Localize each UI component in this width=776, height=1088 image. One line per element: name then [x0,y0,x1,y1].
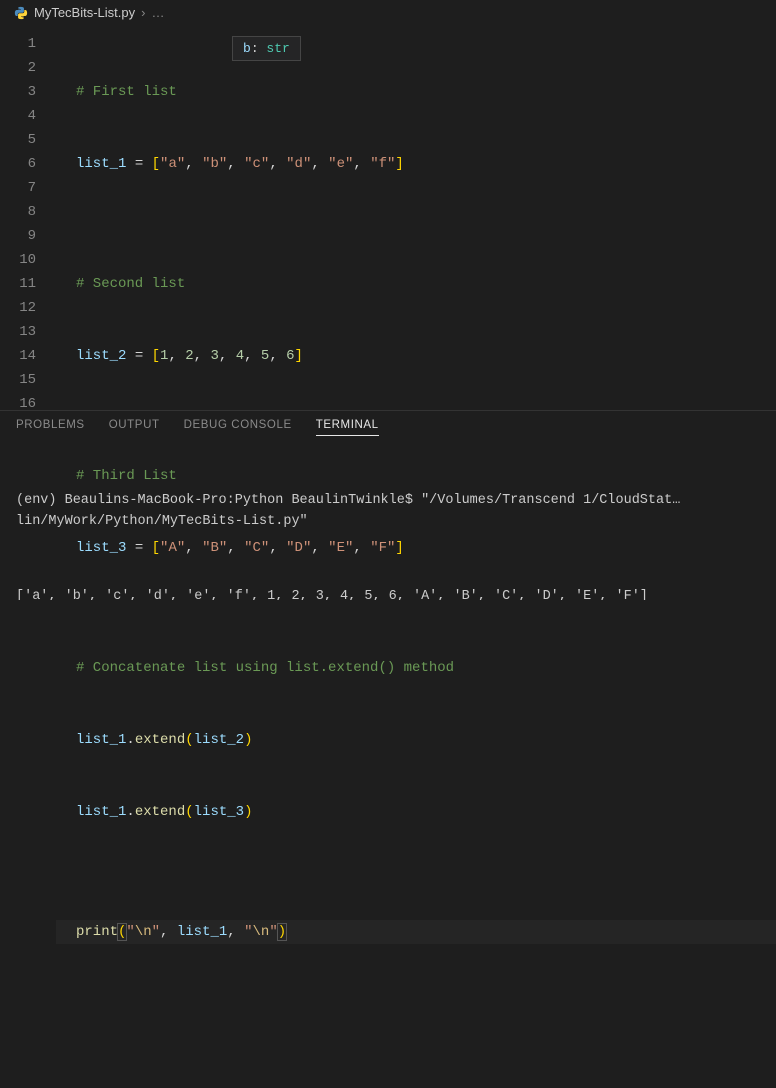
line-number: 5 [0,128,56,152]
code-line[interactable]: # Second list [56,272,776,296]
line-number: 1 [0,32,56,56]
code-line[interactable]: list_1.extend(list_2) [56,728,776,752]
breadcrumb-overflow[interactable]: … [151,5,164,20]
line-number: 7 [0,176,56,200]
code-line[interactable]: list_1.extend(list_3) [56,800,776,824]
breadcrumb-separator: › [141,5,145,20]
line-number: 16 [0,392,56,416]
code-line[interactable]: list_3 = ["A", "B", "C", "D", "E", "F"] [56,536,776,560]
line-number: 2 [0,56,56,80]
line-number: 13 [0,320,56,344]
tooltip-type: str [266,41,289,56]
line-number: 3 [0,80,56,104]
code-line[interactable]: print("\n", list_1, "\n") [56,920,776,944]
line-number: 4 [0,104,56,128]
tooltip-param: b [243,41,251,56]
code-line[interactable]: list_1 = ["a", "b", "c", "d", "e", "f"] [56,152,776,176]
breadcrumb[interactable]: MyTecBits-List.py › … [0,0,776,26]
code-line[interactable]: # Concatenate list using list.extend() m… [56,656,776,680]
code-line[interactable]: # Third List [56,464,776,488]
code-line[interactable]: # First list [56,80,776,104]
line-number: 10 [0,248,56,272]
line-number: 9 [0,224,56,248]
hover-tooltip: b: str [232,36,301,61]
line-number-gutter: 1 2 3 4 5 6 7 8 9 10 11 12 13 14 15 16 [0,26,56,410]
python-icon [14,6,28,20]
line-number: 8 [0,200,56,224]
code-line[interactable]: list_2 = [1, 2, 3, 4, 5, 6] [56,344,776,368]
line-number: 6 [0,152,56,176]
line-number: 14 [0,344,56,368]
line-number: 12 [0,296,56,320]
breadcrumb-file[interactable]: MyTecBits-List.py [34,5,135,20]
line-number: 15 [0,368,56,392]
line-number: 11 [0,272,56,296]
code-editor[interactable]: 1 2 3 4 5 6 7 8 9 10 11 12 13 14 15 16 #… [0,26,776,410]
code-area[interactable]: # First list list_1 = ["a", "b", "c", "d… [56,26,776,410]
